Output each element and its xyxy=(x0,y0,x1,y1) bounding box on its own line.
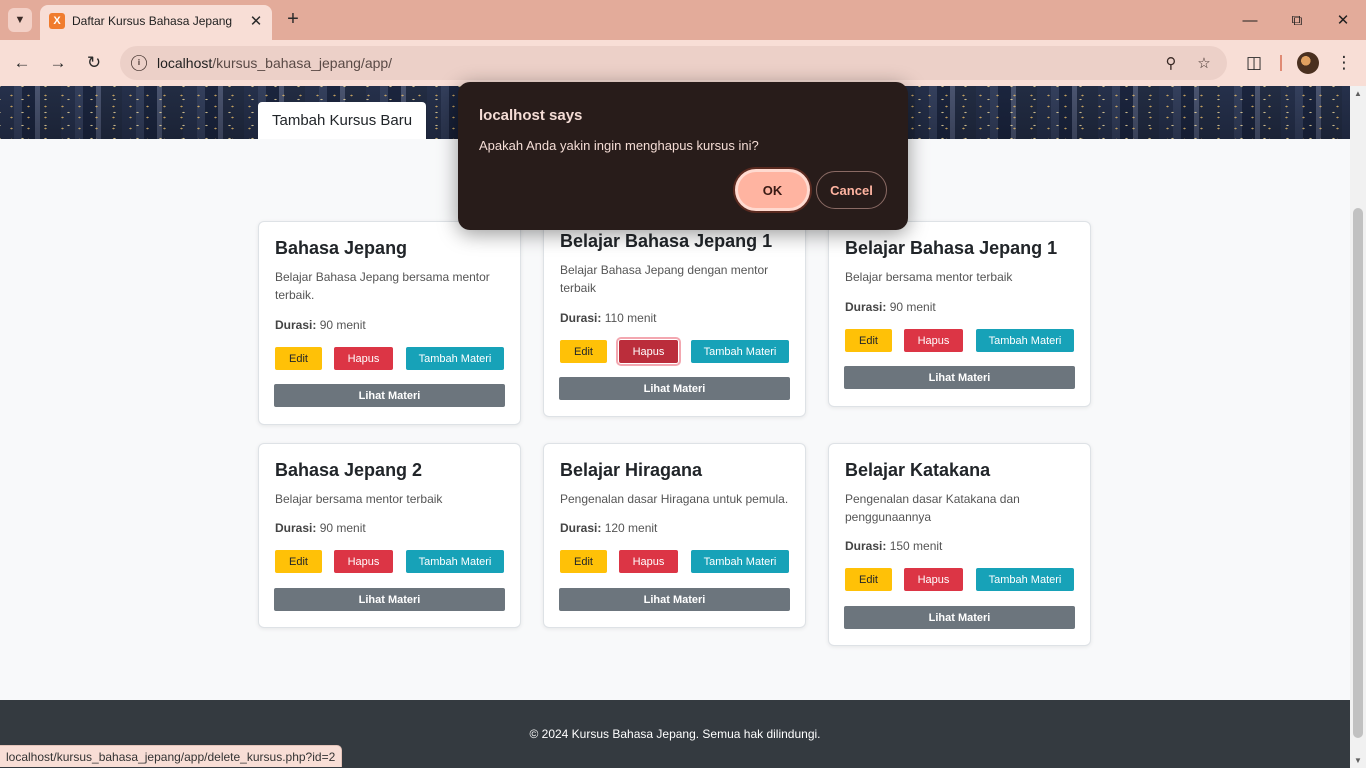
url-host: localhost xyxy=(157,55,213,71)
view-material-button[interactable]: Lihat Materi xyxy=(559,377,790,400)
scroll-thumb[interactable] xyxy=(1353,208,1363,738)
edit-button[interactable]: Edit xyxy=(275,347,322,370)
star-icon[interactable]: ☆ xyxy=(1193,52,1215,74)
course-duration: Durasi: 90 menit xyxy=(275,521,366,535)
duration-value: 150 menit xyxy=(889,539,943,553)
course-card: Belajar Bahasa Jepang 1 Belajar Bahasa J… xyxy=(543,214,806,417)
course-description: Pengenalan dasar Hiragana untuk pemula. xyxy=(560,492,789,506)
course-description: Belajar bersama mentor terbaik xyxy=(275,492,443,506)
url-path: /kursus_bahasa_jepang/app/ xyxy=(212,55,393,71)
plus-icon[interactable]: + xyxy=(282,8,304,30)
zoom-out-icon[interactable]: ⚲ xyxy=(1160,52,1182,74)
profile-avatar[interactable] xyxy=(1297,52,1319,74)
delete-button[interactable]: Hapus xyxy=(334,347,393,370)
course-duration: Durasi: 110 menit xyxy=(560,311,657,325)
course-duration: Durasi: 90 menit xyxy=(845,300,936,314)
url-text[interactable]: localhost/kursus_bahasa_jepang/app/ xyxy=(157,55,392,71)
add-material-button[interactable]: Tambah Materi xyxy=(406,550,504,573)
duration-label: Durasi: xyxy=(560,521,602,535)
add-material-button[interactable]: Tambah Materi xyxy=(406,347,504,370)
view-material-button[interactable]: Lihat Materi xyxy=(559,588,790,611)
add-material-button[interactable]: Tambah Materi xyxy=(976,568,1074,591)
add-material-button[interactable]: Tambah Materi xyxy=(976,329,1074,352)
address-bar[interactable]: i localhost/kursus_bahasa_jepang/app/ ⚲ … xyxy=(120,46,1227,80)
duration-label: Durasi: xyxy=(845,300,887,314)
arrow-right-icon[interactable]: → xyxy=(46,51,70,75)
status-link-preview: localhost/kursus_bahasa_jepang/app/delet… xyxy=(0,745,343,767)
edit-button[interactable]: Edit xyxy=(560,550,607,573)
restore-icon[interactable]: ⧉ xyxy=(1287,10,1307,30)
course-description: Pengenalan dasar Katakana dan penggunaan… xyxy=(845,492,1020,524)
minimize-icon[interactable]: — xyxy=(1240,10,1260,30)
tab-add-course[interactable]: Tambah Kursus Baru xyxy=(258,102,427,139)
course-card: Bahasa Jepang 2 Belajar bersama mentor t… xyxy=(258,443,521,628)
duration-value: 110 menit xyxy=(604,311,657,325)
puzzle-icon[interactable]: ◫ xyxy=(1242,51,1266,75)
chevron-down-icon[interactable]: ▼ xyxy=(8,8,32,32)
footer-text: © 2024 Kursus Bahasa Jepang. Semua hak d… xyxy=(529,727,821,741)
add-material-button[interactable]: Tambah Materi xyxy=(691,550,789,573)
course-title: Belajar Bahasa Jepang 1 xyxy=(845,238,1058,258)
duration-value: 90 menit xyxy=(889,300,936,314)
view-material-button[interactable]: Lihat Materi xyxy=(844,606,1075,629)
edit-button[interactable]: Edit xyxy=(560,340,607,363)
delete-button[interactable]: Hapus xyxy=(619,550,678,573)
course-title: Belajar Katakana xyxy=(845,460,991,480)
view-material-button[interactable]: Lihat Materi xyxy=(274,588,505,611)
delete-button[interactable]: Hapus xyxy=(904,568,963,591)
dialog-message: Apakah Anda yakin ingin menghapus kursus… xyxy=(479,138,759,153)
course-title: Belajar Hiragana xyxy=(560,460,703,480)
course-title: Belajar Bahasa Jepang 1 xyxy=(560,231,773,251)
toolbar-divider xyxy=(1280,55,1282,71)
delete-button[interactable]: Hapus xyxy=(904,329,963,352)
duration-label: Durasi: xyxy=(845,539,887,553)
duration-label: Durasi: xyxy=(275,318,317,332)
delete-button[interactable]: Hapus xyxy=(616,337,681,366)
dialog-title: localhost says xyxy=(479,107,583,124)
browser-tab-strip: ▼ X Daftar Kursus Bahasa Jepang ✕ + — ⧉ … xyxy=(0,0,1366,40)
tab-title: Daftar Kursus Bahasa Jepang xyxy=(72,14,233,28)
xampp-icon: X xyxy=(49,13,65,29)
add-material-button[interactable]: Tambah Materi xyxy=(691,340,789,363)
duration-value: 90 menit xyxy=(319,318,366,332)
duration-value: 90 menit xyxy=(319,521,366,535)
page-scrollbar[interactable]: ▲ ▼ xyxy=(1350,86,1366,768)
edit-button[interactable]: Edit xyxy=(845,329,892,352)
reload-icon[interactable]: ↻ xyxy=(82,51,106,75)
course-description: Belajar bersama mentor terbaik xyxy=(845,270,1013,284)
course-description: Belajar Bahasa Jepang dengan mentor terb… xyxy=(560,263,769,295)
cancel-button[interactable]: Cancel xyxy=(816,171,887,209)
view-material-button[interactable]: Lihat Materi xyxy=(274,384,505,407)
scroll-up-icon[interactable]: ▲ xyxy=(1354,89,1362,98)
scroll-down-icon[interactable]: ▼ xyxy=(1354,756,1362,765)
course-title: Bahasa Jepang 2 xyxy=(275,460,423,480)
close-icon[interactable]: ✕ xyxy=(246,11,266,31)
browser-toolbar: ← → ↻ i localhost/kursus_bahasa_jepang/a… xyxy=(0,40,1366,86)
course-card: Bahasa Jepang Belajar Bahasa Jepang bers… xyxy=(258,221,521,425)
view-material-button[interactable]: Lihat Materi xyxy=(844,366,1075,389)
delete-button[interactable]: Hapus xyxy=(334,550,393,573)
kebab-menu-icon[interactable]: ⋮ xyxy=(1332,51,1356,75)
duration-value: 120 menit xyxy=(604,521,658,535)
duration-label: Durasi: xyxy=(560,311,602,325)
course-duration: Durasi: 150 menit xyxy=(845,539,942,553)
course-card: Belajar Bahasa Jepang 1 Belajar bersama … xyxy=(828,221,1091,407)
course-card: Belajar Hiragana Pengenalan dasar Hiraga… xyxy=(543,443,806,628)
duration-label: Durasi: xyxy=(275,521,317,535)
course-card: Belajar Katakana Pengenalan dasar Kataka… xyxy=(828,443,1091,646)
ok-button[interactable]: OK xyxy=(735,169,810,211)
course-title: Bahasa Jepang xyxy=(275,238,408,258)
course-description: Belajar Bahasa Jepang bersama mentor ter… xyxy=(275,270,490,302)
window-close-icon[interactable]: ✕ xyxy=(1333,10,1353,30)
edit-button[interactable]: Edit xyxy=(275,550,322,573)
confirm-dialog: localhost says Apakah Anda yakin ingin m… xyxy=(458,82,908,230)
course-duration: Durasi: 90 menit xyxy=(275,318,366,332)
arrow-left-icon[interactable]: ← xyxy=(10,51,34,75)
course-duration: Durasi: 120 menit xyxy=(560,521,657,535)
edit-button[interactable]: Edit xyxy=(845,568,892,591)
browser-tab[interactable]: X Daftar Kursus Bahasa Jepang ✕ xyxy=(40,5,272,40)
info-icon[interactable]: i xyxy=(131,55,147,71)
